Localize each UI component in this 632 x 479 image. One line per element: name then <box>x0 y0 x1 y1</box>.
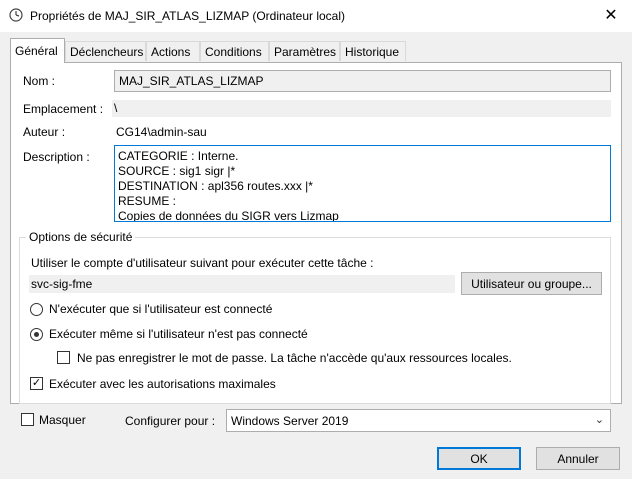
close-button[interactable]: ✕ <box>596 2 626 28</box>
description-line: DESTINATION : apl356 routes.xxx |* <box>118 179 313 193</box>
chevron-down-icon: ⌄ <box>594 414 604 426</box>
hidden-checkbox[interactable] <box>21 413 34 426</box>
configure-for-value: Windows Server 2019 <box>231 414 349 428</box>
description-label: Description : <box>23 150 90 164</box>
tab-actions-label: Actions <box>151 45 191 59</box>
tab-general[interactable]: Général <box>10 38 65 63</box>
ok-button[interactable]: OK <box>437 447 521 470</box>
tab-actions[interactable]: Actions <box>146 41 200 61</box>
location-label: Emplacement : <box>23 102 104 116</box>
tab-settings[interactable]: Paramètres <box>269 41 340 61</box>
checkmark-icon: ✓ <box>31 377 42 389</box>
tab-settings-label: Paramètres <box>274 45 337 59</box>
description-line: SOURCE : sig1 sigr |* <box>118 164 236 178</box>
highest-privileges-label[interactable]: Exécuter avec les autorisations maximale… <box>49 377 276 391</box>
user-or-group-button-label: Utilisateur ou groupe... <box>471 276 592 291</box>
security-options-title: Options de sécurité <box>26 230 136 244</box>
author-value[interactable]: CG14\admin-sau <box>116 125 207 139</box>
name-field[interactable]: MAJ_SIR_ATLAS_LIZMAP <box>114 70 611 92</box>
configure-for-select[interactable]: Windows Server 2019 ⌄ <box>226 409 611 432</box>
ok-button-label: OK <box>470 451 488 466</box>
run-only-logged-on-label[interactable]: N'exécuter que si l'utilisateur est conn… <box>49 302 272 316</box>
location-field[interactable]: \ <box>112 100 611 117</box>
highest-privileges-checkbox[interactable]: ✓ <box>30 377 43 390</box>
task-scheduler-clock-icon <box>9 8 23 22</box>
description-line: RESUME : <box>118 194 177 208</box>
account-prompt: Utiliser le compte d'utilisateur suivant… <box>31 256 374 270</box>
cancel-button[interactable]: Annuler <box>536 447 620 470</box>
description-line: Copies de données du SIGR vers Lizmap <box>118 209 339 222</box>
tab-conditions[interactable]: Conditions <box>200 41 269 61</box>
tab-history[interactable]: Historique <box>340 41 406 61</box>
tab-triggers-label: Déclencheurs <box>70 45 144 59</box>
window-title: Propriétés de MAJ_SIR_ATLAS_LIZMAP (Ordi… <box>30 9 346 23</box>
do-not-store-password-checkbox[interactable] <box>57 351 70 364</box>
location-value: \ <box>114 101 118 115</box>
account-field[interactable]: svc-sig-fme <box>29 275 455 293</box>
account-value: svc-sig-fme <box>31 277 93 291</box>
tab-triggers[interactable]: Déclencheurs <box>65 41 146 61</box>
name-label: Nom : <box>23 74 56 88</box>
cancel-button-label: Annuler <box>557 451 599 466</box>
user-or-group-button[interactable]: Utilisateur ou groupe... <box>461 272 602 295</box>
do-not-store-password-label[interactable]: Ne pas enregistrer le mot de passe. La t… <box>77 351 512 365</box>
run-whether-logged-radio[interactable] <box>30 328 43 341</box>
hidden-label[interactable]: Masquer <box>39 413 86 427</box>
description-line: CATEGORIE : Interne. <box>118 149 239 163</box>
description-textarea[interactable]: CATEGORIE : Interne. SOURCE : sig1 sigr … <box>114 145 611 222</box>
tab-history-label: Historique <box>345 45 400 59</box>
tab-general-label: Général <box>15 44 58 58</box>
close-icon: ✕ <box>604 7 618 24</box>
configure-for-label: Configurer pour : <box>125 414 216 428</box>
tab-conditions-label: Conditions <box>205 45 262 59</box>
run-only-logged-on-radio[interactable] <box>30 303 43 316</box>
run-whether-logged-label[interactable]: Exécuter même si l'utilisateur n'est pas… <box>49 327 308 341</box>
author-label: Auteur : <box>23 125 66 139</box>
